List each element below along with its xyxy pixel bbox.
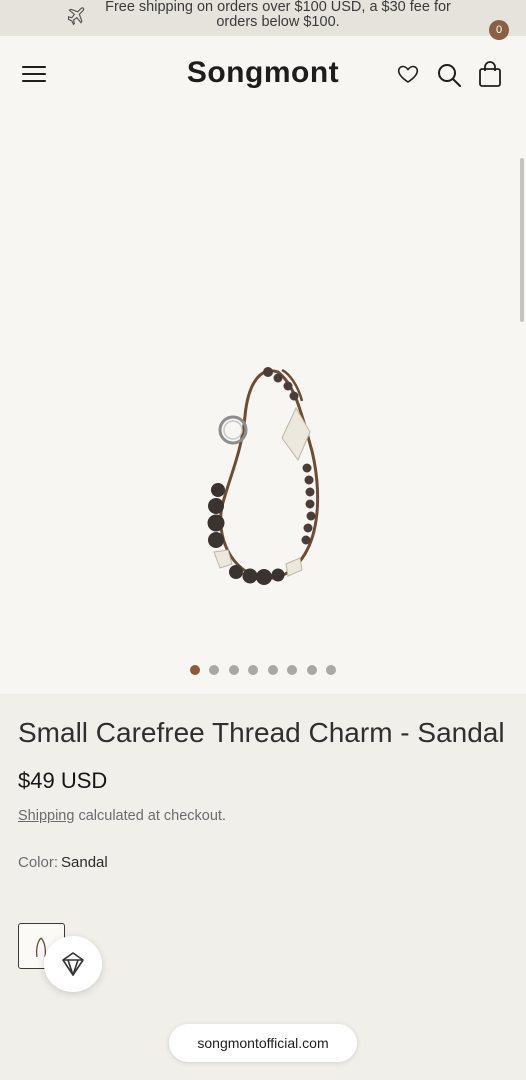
product-info: Small Carefree Thread Charm - Sandal $49… xyxy=(18,712,508,871)
color-value: Sandal xyxy=(61,854,108,871)
product-gallery[interactable] xyxy=(0,116,526,694)
heart-icon[interactable] xyxy=(396,62,420,86)
search-icon[interactable] xyxy=(436,62,462,88)
site-header: Songmont xyxy=(0,36,526,116)
product-image xyxy=(207,367,320,585)
color-label-row: Color: Sandal xyxy=(18,854,508,871)
gallery-dot[interactable] xyxy=(248,665,259,675)
gallery-dot[interactable] xyxy=(189,665,200,675)
shipping-note: Shipping calculated at checkout. xyxy=(18,808,508,824)
color-label: Color: xyxy=(18,854,59,871)
browser-url-bar[interactable]: songmontofficial.com xyxy=(169,1024,357,1062)
product-title: Small Carefree Thread Charm - Sandal xyxy=(18,717,505,748)
gallery-dot[interactable] xyxy=(267,665,278,675)
cart-count-badge: 0 xyxy=(489,20,509,40)
gallery-dot[interactable] xyxy=(326,665,337,675)
shipping-link[interactable]: Shipping xyxy=(18,808,74,824)
shipping-note-text: calculated at checkout. xyxy=(74,808,226,824)
gallery-dot[interactable] xyxy=(287,665,298,675)
announcement-bar: Free shipping on orders over $100 USD, a… xyxy=(0,0,526,36)
gallery-pagination xyxy=(0,665,526,675)
airplane-icon xyxy=(67,7,85,26)
announcement-text: Free shipping on orders over $100 USD, a… xyxy=(105,0,451,30)
chat-button[interactable] xyxy=(44,936,102,992)
gallery-dot[interactable] xyxy=(306,665,317,675)
bag-icon[interactable] xyxy=(476,60,504,88)
gallery-dot[interactable] xyxy=(209,665,220,675)
page-scrollbar[interactable] xyxy=(520,158,524,322)
chat-icon xyxy=(62,952,84,976)
product-price: $49 USD xyxy=(18,768,108,793)
gallery-dot[interactable] xyxy=(228,665,239,675)
